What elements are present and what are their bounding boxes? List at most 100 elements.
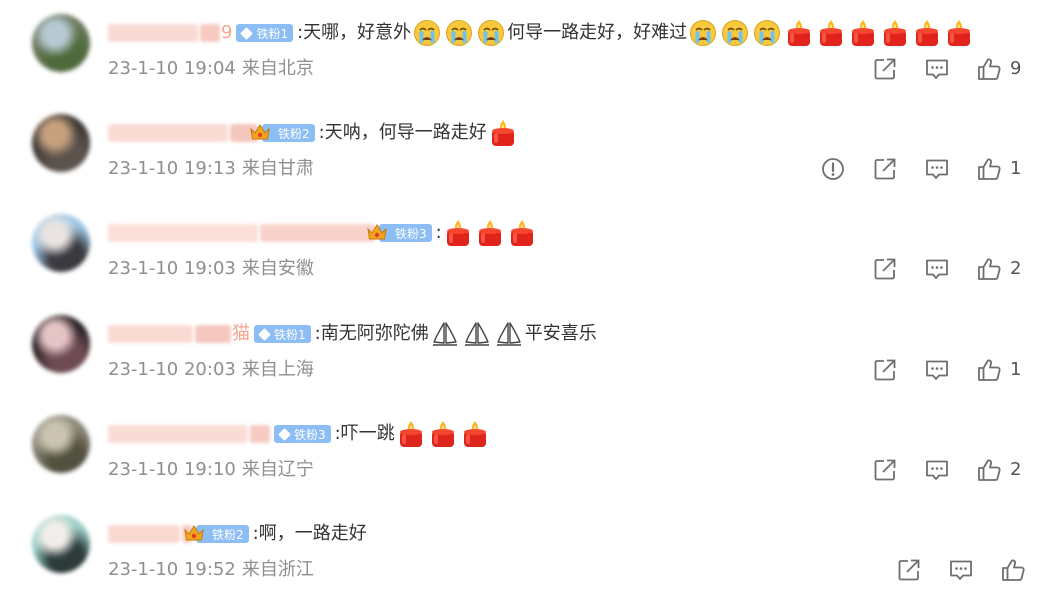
comment-row: 铁粉2:啊，一路走好 23-1-10 19:52 来自浙江 <box>0 501 1051 601</box>
candle-icon <box>913 19 941 47</box>
location: 来自甘肃 <box>241 158 314 179</box>
share-icon[interactable] <box>896 557 922 583</box>
comment-text-segment: :天呐，何导一路走好 <box>318 122 487 143</box>
comment-row: 铁粉3: 23-1-10 19:03 来自安徽 2 <box>0 200 1051 300</box>
timestamp: 23-1-10 19:13 <box>108 158 236 179</box>
like-icon[interactable] <box>976 156 1002 182</box>
candle-icon <box>444 219 472 247</box>
candle-icon <box>476 219 504 247</box>
comment-header: 铁粉3:吓一跳 <box>108 420 491 448</box>
like-icon[interactable] <box>976 256 1002 282</box>
report-icon[interactable] <box>820 156 846 182</box>
share-icon[interactable] <box>872 457 898 483</box>
share-icon[interactable] <box>872 156 898 182</box>
fan-badge[interactable]: 铁粉3 <box>367 224 432 242</box>
comment-header: 9 铁粉1 :天哪，好意外 何导一路走好，好难过 <box>108 19 975 47</box>
comment-icon[interactable] <box>924 457 950 483</box>
username[interactable] <box>108 425 270 443</box>
crying-face-icon <box>689 19 717 47</box>
comment-icon[interactable] <box>924 256 950 282</box>
timestamp: 23-1-10 19:10 <box>108 459 236 480</box>
candle-icon <box>817 19 845 47</box>
username[interactable]: 猫 <box>108 323 250 345</box>
candle-icon <box>849 19 877 47</box>
avatar[interactable] <box>32 315 90 373</box>
like-icon[interactable] <box>976 457 1002 483</box>
username[interactable] <box>108 224 375 242</box>
comment-text-segment: :南无阿弥陀佛 <box>314 323 429 344</box>
username-blur <box>108 525 180 543</box>
location: 来自安徽 <box>241 258 314 279</box>
fan-badge-label: 铁粉2 <box>212 527 244 542</box>
avatar[interactable] <box>32 114 90 172</box>
comment-text-segment: :吓一跳 <box>334 423 395 444</box>
comment-actions: 2 <box>872 256 1021 282</box>
fan-badge-label: 铁粉1 <box>256 26 289 41</box>
crying-face-icon <box>413 19 441 47</box>
username-blur <box>108 425 248 443</box>
comment-row: 铁粉3:吓一跳 23-1-10 19:10 来自辽宁 2 <box>0 401 1051 501</box>
username-blur <box>108 24 198 42</box>
username[interactable] <box>108 124 258 142</box>
avatar[interactable] <box>32 415 90 473</box>
comment-text-segment: : <box>435 222 442 243</box>
comment-actions: 1 <box>872 357 1021 383</box>
crying-face-icon <box>721 19 749 47</box>
comment-icon[interactable] <box>948 557 974 583</box>
candle-icon <box>945 19 973 47</box>
comment-meta: 23-1-10 19:13 来自甘肃 <box>108 158 314 180</box>
avatar[interactable] <box>32 214 90 272</box>
comment-text: :啊，一路走好 <box>253 523 367 545</box>
comment-text: :南无阿弥陀佛 平安喜乐 <box>315 320 597 348</box>
like-count: 2 <box>1010 459 1022 480</box>
fan-badge-label: 铁粉1 <box>274 327 306 342</box>
like-icon[interactable] <box>976 56 1002 82</box>
comment-text-segment: 何导一路走好，好难过 <box>507 22 688 43</box>
username-blur <box>195 325 231 343</box>
comment-header: 铁粉2:天呐，何导一路走好 <box>108 120 519 146</box>
username-blur <box>108 124 228 142</box>
comment-meta: 23-1-10 20:03 来自上海 <box>108 359 314 381</box>
share-icon[interactable] <box>872 256 898 282</box>
avatar[interactable] <box>32 14 90 72</box>
like-count: 9 <box>1010 58 1022 79</box>
crown-icon <box>366 221 388 243</box>
pray-hands-icon <box>495 320 523 348</box>
candle-icon <box>461 420 489 448</box>
fan-badge[interactable]: 铁粉1 <box>254 325 311 343</box>
fan-badge[interactable]: 铁粉1 <box>236 24 294 42</box>
username-blur <box>108 325 193 343</box>
fan-badge[interactable]: 铁粉2 <box>184 525 249 543</box>
username-tail: 9 <box>221 22 233 43</box>
like-icon[interactable] <box>1000 557 1026 583</box>
comment-row: 铁粉2:天呐，何导一路走好 23-1-10 19:13 来自甘肃 1 <box>0 100 1051 200</box>
comment-text-segment: :天哪，好意外 <box>297 22 412 43</box>
comment-actions: 9 <box>872 56 1021 82</box>
like-count: 2 <box>1010 258 1022 279</box>
like-icon[interactable] <box>976 357 1002 383</box>
comment-meta: 23-1-10 19:03 来自安徽 <box>108 258 314 280</box>
share-icon[interactable] <box>872 357 898 383</box>
comment-icon[interactable] <box>924 357 950 383</box>
timestamp: 23-1-10 19:03 <box>108 258 236 279</box>
share-icon[interactable] <box>872 56 898 82</box>
diamond-icon <box>258 327 271 341</box>
fan-badge[interactable]: 铁粉2 <box>250 124 315 142</box>
username[interactable]: 9 <box>108 22 232 44</box>
crying-face-icon <box>477 19 505 47</box>
username-blur <box>260 224 375 242</box>
comment-row: 猫 铁粉1 :南无阿弥陀佛 平安喜乐 23-1-10 20:03 来自上海 1 <box>0 301 1051 401</box>
comment-icon[interactable] <box>924 156 950 182</box>
comment-icon[interactable] <box>924 56 950 82</box>
comment-text-segment: 平安喜乐 <box>524 323 597 344</box>
username-tail: 猫 <box>232 323 250 344</box>
comment-text: : <box>436 219 538 247</box>
crying-face-icon <box>753 19 781 47</box>
comment-actions: 1 <box>820 156 1021 182</box>
username-blur <box>108 224 258 242</box>
fan-badge[interactable]: 铁粉3 <box>274 425 331 443</box>
diamond-icon <box>240 26 254 40</box>
username[interactable] <box>108 525 192 543</box>
avatar[interactable] <box>32 515 90 573</box>
comment-header: 猫 铁粉1 :南无阿弥陀佛 平安喜乐 <box>108 320 597 348</box>
